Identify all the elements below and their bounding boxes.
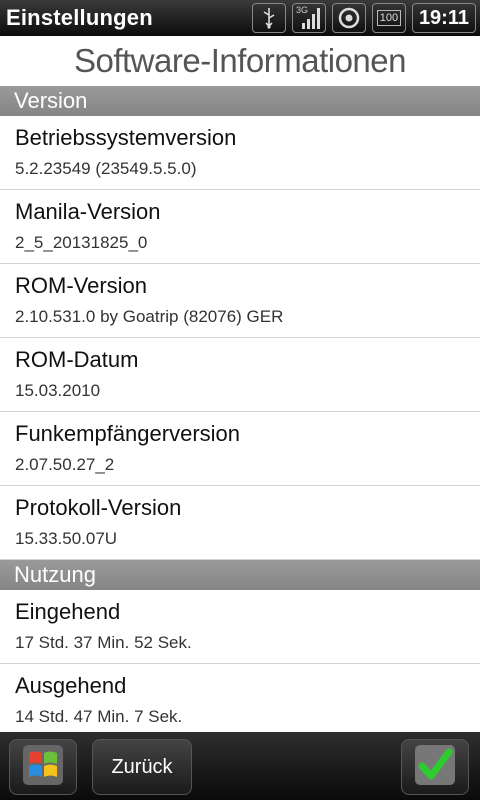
windows-start-icon: [21, 743, 65, 792]
item-title: Protokoll-Version: [15, 495, 182, 520]
list-item[interactable]: Protokoll-Version 15.33.50.07U: [0, 486, 480, 560]
item-value: 5.2.23549 (23549.5.5.0): [15, 159, 197, 178]
item-value: 15.03.2010: [15, 381, 101, 400]
page-title: Software-Informationen: [73, 42, 407, 79]
network-type-label: 3G: [295, 5, 308, 15]
item-value: 17 Std. 37 Min. 52 Sek.: [15, 633, 192, 652]
list-item[interactable]: Eingehend 17 Std. 37 Min. 52 Sek.: [0, 590, 480, 664]
item-title: ROM-Datum: [15, 347, 139, 372]
checkmark-icon: [413, 743, 457, 792]
status-icons: 3G 100 19:11: [251, 3, 480, 33]
item-title: ROM-Version: [15, 273, 148, 298]
item-value: 2.10.531.0 by Goatrip (82076) GER: [15, 307, 284, 326]
list-item[interactable]: Betriebssystemversion 5.2.23549 (23549.5…: [0, 116, 480, 190]
battery-label: 100: [376, 10, 402, 26]
list-item[interactable]: ROM-Version 2.10.531.0 by Goatrip (82076…: [0, 264, 480, 338]
usb-icon: [251, 3, 286, 33]
list-item[interactable]: Funkempfängerversion 2.07.50.27_2: [0, 412, 480, 486]
item-title: Eingehend: [15, 599, 121, 624]
item-value: 2.07.50.27_2: [15, 455, 115, 474]
item-title: Manila-Version: [15, 199, 161, 224]
section-header-version: Version: [0, 86, 480, 116]
ok-button[interactable]: [401, 739, 469, 795]
item-value: 14 Std. 47 Min. 7 Sek.: [15, 707, 183, 726]
bottom-bar: Zurück: [0, 732, 480, 800]
battery-icon: 100: [371, 3, 406, 33]
section-header-nutzung: Nutzung: [0, 560, 480, 590]
item-value: 2_5_20131825_0: [15, 233, 148, 252]
list-item[interactable]: ROM-Datum 15.03.2010: [0, 338, 480, 412]
back-button[interactable]: Zurück: [92, 739, 192, 795]
start-button[interactable]: [9, 739, 77, 795]
status-time[interactable]: 19:11: [411, 3, 476, 33]
sync-icon: [331, 3, 366, 33]
item-title: Ausgehend: [15, 673, 127, 698]
signal-icon: 3G: [291, 3, 326, 33]
settings-list[interactable]: Version Betriebssystemversion 5.2.23549 …: [0, 86, 480, 732]
item-value: 15.33.50.07U: [15, 529, 118, 548]
status-app-title[interactable]: Einstellungen: [0, 5, 252, 31]
item-title: Betriebssystemversion: [15, 125, 237, 150]
item-title: Funkempfängerversion: [15, 421, 241, 446]
page-header: Software-Informationen: [0, 36, 480, 86]
status-bar: Einstellungen 3G 100 19:11: [0, 0, 480, 36]
list-item[interactable]: Manila-Version 2_5_20131825_0: [0, 190, 480, 264]
list-item[interactable]: Ausgehend 14 Std. 47 Min. 7 Sek.: [0, 664, 480, 732]
